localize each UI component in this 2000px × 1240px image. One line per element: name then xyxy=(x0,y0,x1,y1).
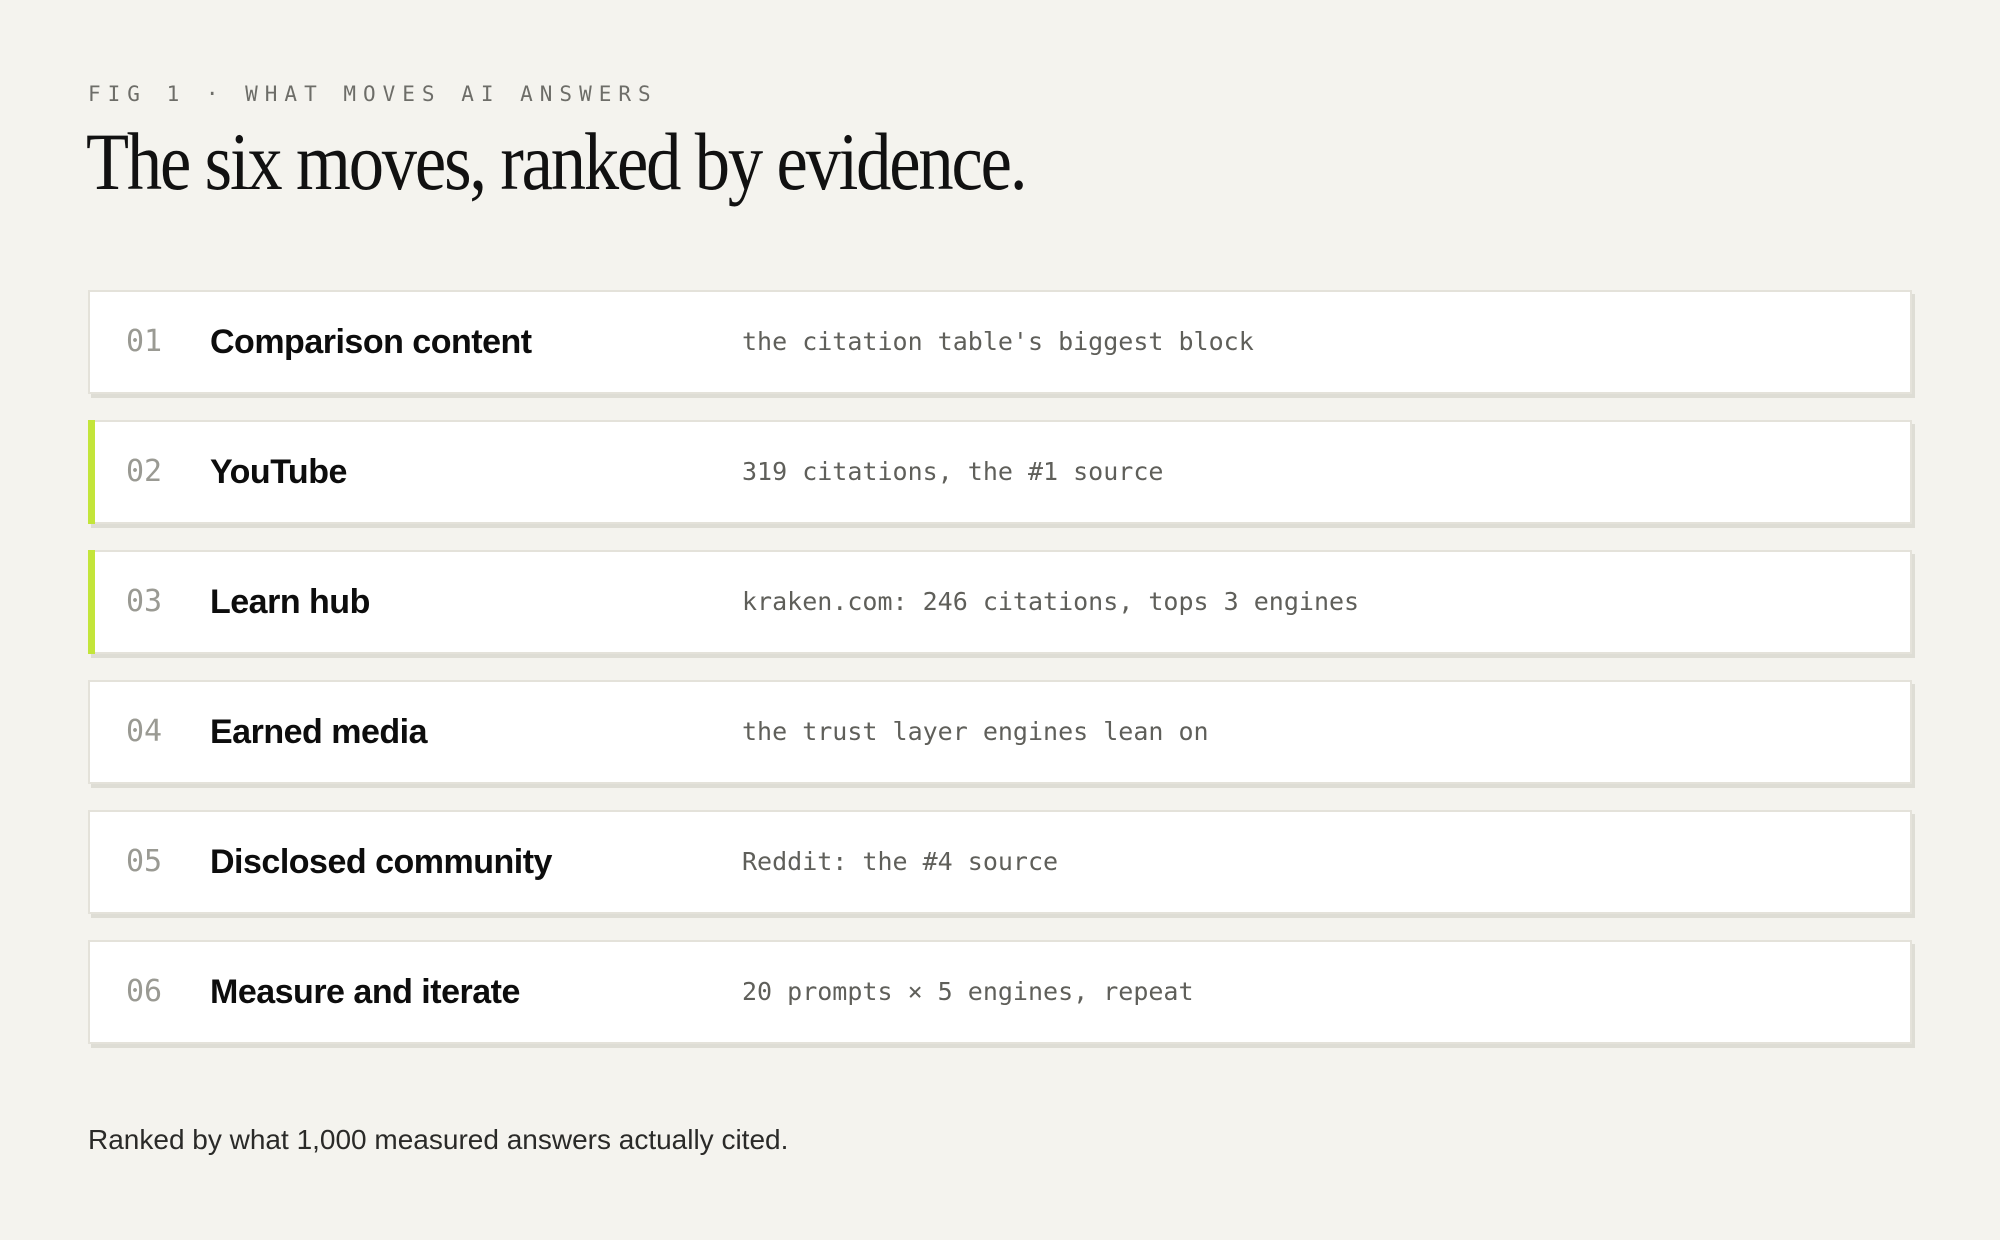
move-name: Learn hub xyxy=(210,583,370,621)
move-evidence: 20 prompts × 5 engines, repeat xyxy=(742,977,1194,1006)
move-rank: 05 xyxy=(126,844,163,879)
move-evidence: the trust layer engines lean on xyxy=(742,717,1209,746)
move-evidence: 319 citations, the #1 source xyxy=(742,457,1164,486)
move-rank: 03 xyxy=(126,584,163,619)
move-name: Earned media xyxy=(210,713,427,751)
move-evidence: the citation table's biggest block xyxy=(742,327,1254,356)
move-name: Comparison content xyxy=(210,323,532,361)
move-row: 06 Measure and iterate 20 prompts × 5 en… xyxy=(88,940,1912,1044)
move-row: 05 Disclosed community Reddit: the #4 so… xyxy=(88,810,1912,914)
move-evidence: Reddit: the #4 source xyxy=(742,847,1059,876)
move-rank: 06 xyxy=(126,974,163,1009)
move-rank: 02 xyxy=(126,454,163,489)
figure-title: The six moves, ranked by evidence. xyxy=(86,116,1027,207)
move-name: Measure and iterate xyxy=(210,973,520,1011)
move-row: 02 YouTube 319 citations, the #1 source xyxy=(88,420,1912,524)
moves-list: 01 Comparison content the citation table… xyxy=(88,290,1912,1070)
move-row: 03 Learn hub kraken.com: 246 citations, … xyxy=(88,550,1912,654)
move-name: Disclosed community xyxy=(210,843,552,881)
move-row: 01 Comparison content the citation table… xyxy=(88,290,1912,394)
move-rank: 01 xyxy=(126,324,163,359)
move-row: 04 Earned media the trust layer engines … xyxy=(88,680,1912,784)
move-evidence: kraken.com: 246 citations, tops 3 engine… xyxy=(742,587,1360,616)
figure-eyebrow: FIG 1 · WHAT MOVES AI ANSWERS xyxy=(88,82,658,106)
figure-footnote: Ranked by what 1,000 measured answers ac… xyxy=(88,1124,789,1155)
move-name: YouTube xyxy=(210,453,347,491)
move-rank: 04 xyxy=(126,714,163,749)
